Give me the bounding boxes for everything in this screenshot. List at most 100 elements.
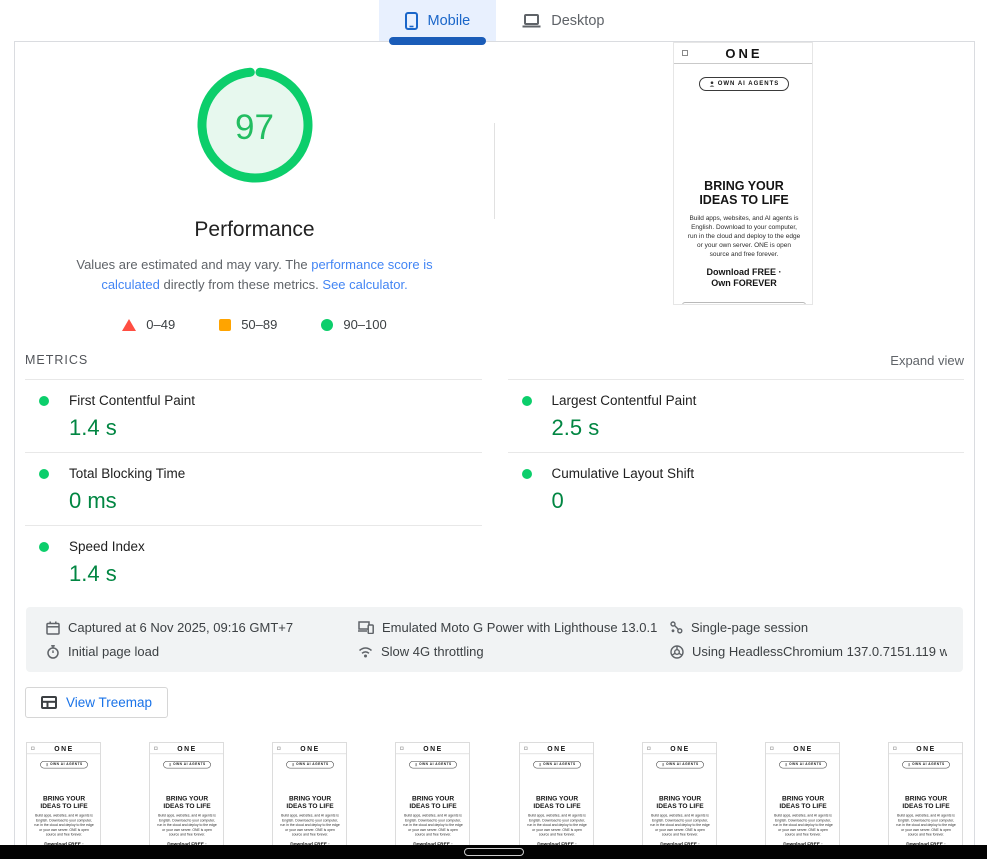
site-logo: ONE <box>793 744 813 752</box>
see-calculator-link[interactable]: See calculator. <box>322 277 407 292</box>
view-treemap-button[interactable]: View Treemap <box>25 687 168 718</box>
metric-empty-cell <box>508 525 965 598</box>
hero-body: Build apps, websites, and AI agents is E… <box>889 810 963 838</box>
site-logo: ONE <box>725 46 762 61</box>
hero-body: Build apps, websites, and AI agents is E… <box>27 810 101 838</box>
tab-mobile[interactable]: Mobile <box>379 0 497 41</box>
performance-score: 97 <box>197 67 313 188</box>
menu-icon <box>278 747 281 750</box>
devices-icon <box>358 621 374 634</box>
agent-icon <box>907 763 910 766</box>
hero-heading: BRING YOUR IDEAS TO LIFE <box>674 179 813 207</box>
agent-icon <box>709 81 715 87</box>
screenshot-header: ONE <box>643 743 717 754</box>
agents-pill-label: OWN AI AGENTS <box>718 81 780 87</box>
agent-icon <box>661 763 664 766</box>
site-logo: ONE <box>670 744 690 752</box>
expand-view-toggle[interactable]: Expand view <box>890 353 964 368</box>
session-type[interactable]: Single-page session <box>670 620 947 635</box>
agents-pill-label: OWN AI AGENTS <box>173 763 206 766</box>
hero-body: Build apps, websites, and AI agents is E… <box>273 810 347 838</box>
filmstrip-page: ONE OWN AI AGENTS BRING YOUR IDEAS TO LI… <box>273 743 347 859</box>
pass-dot-icon <box>522 469 532 479</box>
final-screenshot-preview: ONE OWN AI AGENTS BRING YOUR IDEAS TO LI… <box>673 42 813 305</box>
filmstrip-page: ONE OWN AI AGENTS BRING YOUR IDEAS TO LI… <box>396 743 470 859</box>
agents-pill: OWN AI AGENTS <box>656 761 704 768</box>
screenshot-header: ONE <box>520 743 594 754</box>
screenshot-page: ONE OWN AI AGENTS BRING YOUR IDEAS TO LI… <box>674 43 813 305</box>
site-logo: ONE <box>424 744 444 752</box>
agents-pill: OWN AI AGENTS <box>286 761 334 768</box>
metrics-heading: METRICS <box>25 353 88 367</box>
pass-dot-icon <box>522 396 532 406</box>
menu-icon <box>31 747 34 750</box>
agents-pill: OWN AI AGENTS <box>409 761 457 768</box>
throttling-mode[interactable]: Slow 4G throttling <box>358 644 670 659</box>
hero-body: Build apps, websites, and AI agents is E… <box>643 810 717 838</box>
network-icon <box>358 645 373 658</box>
hero-body: Build apps, websites, and AI agents is E… <box>520 810 594 838</box>
screenshot-header: ONE <box>674 43 813 64</box>
legend-fail-range: 0–49 <box>146 317 175 332</box>
hero-heading: BRING YOUR IDEAS TO LIFE <box>520 795 594 810</box>
screenshot-header: ONE <box>27 743 101 754</box>
hero-heading: BRING YOUR IDEAS TO LIFE <box>396 795 470 810</box>
metric-total-blocking-time: Total Blocking Time 0 ms <box>25 452 482 525</box>
site-logo: ONE <box>547 744 567 752</box>
legend-pass-range: 90–100 <box>343 317 386 332</box>
screenshot-header: ONE <box>889 743 963 754</box>
menu-icon <box>770 747 773 750</box>
agents-pill-label: OWN AI AGENTS <box>543 763 576 766</box>
filmstrip-page: ONE OWN AI AGENTS BRING YOUR IDEAS TO LI… <box>643 743 717 859</box>
hero-heading: BRING YOUR IDEAS TO LIFE <box>766 795 840 810</box>
menu-icon <box>647 747 650 750</box>
captured-at: Captured at 6 Nov 2025, 09:16 GMT+7 <box>46 620 358 635</box>
description-text-2: directly from these metrics. <box>160 277 323 292</box>
filmstrip-page: ONE OWN AI AGENTS BRING YOUR IDEAS TO LI… <box>27 743 101 859</box>
filmstrip-frame: ONE OWN AI AGENTS BRING YOUR IDEAS TO LI… <box>519 742 594 859</box>
agents-pill-label: OWN AI AGENTS <box>666 763 699 766</box>
agents-pill: OWN AI AGENTS <box>902 761 950 768</box>
agents-pill: OWN AI AGENTS <box>699 77 790 91</box>
emulated-device[interactable]: Emulated Moto G Power with Lighthouse 13… <box>358 620 670 635</box>
performance-gauge[interactable]: 97 <box>197 67 313 188</box>
filmstrip-frame: ONE OWN AI AGENTS BRING YOUR IDEAS TO LI… <box>642 742 717 859</box>
filmstrip-page: ONE OWN AI AGENTS BRING YOUR IDEAS TO LI… <box>766 743 840 859</box>
treemap-icon <box>41 696 57 709</box>
pass-circle-icon <box>321 319 333 331</box>
score-legend: 0–49 50–89 90–100 <box>15 317 494 332</box>
hero-heading: BRING YOUR IDEAS TO LIFE <box>273 795 347 810</box>
metrics-grid: First Contentful Paint 1.4 s Largest Con… <box>15 379 974 598</box>
hero-heading: BRING YOUR IDEAS TO LIFE <box>150 795 224 810</box>
site-logo: ONE <box>177 744 197 752</box>
session-icon <box>670 621 683 634</box>
legend-fail: 0–49 <box>122 317 175 332</box>
stopwatch-icon <box>46 645 60 659</box>
filmstrip-page: ONE OWN AI AGENTS BRING YOUR IDEAS TO LI… <box>889 743 963 859</box>
hero-body: Build apps, websites, and AI agents is E… <box>396 810 470 838</box>
hero-body: Build apps, websites, and AI agents is E… <box>150 810 224 838</box>
browser-version[interactable]: Using HeadlessChromium 137.0.7151.119 wi… <box>670 644 947 659</box>
metric-speed-index: Speed Index 1.4 s <box>25 525 482 598</box>
download-box <box>682 302 806 305</box>
tab-desktop[interactable]: Desktop <box>496 0 630 41</box>
screenshot-header: ONE <box>273 743 347 754</box>
lighthouse-report-card: 97 Performance Values are estimated and … <box>14 41 975 859</box>
site-logo: ONE <box>54 744 74 752</box>
agents-pill: OWN AI AGENTS <box>779 761 827 768</box>
screenshot-header: ONE <box>396 743 470 754</box>
description-text: Values are estimated and may vary. The <box>76 257 311 272</box>
scrubber-handle[interactable] <box>464 848 524 856</box>
filmstrip-frame: ONE OWN AI AGENTS BRING YOUR IDEAS TO LI… <box>765 742 840 859</box>
page-load-type: Initial page load <box>46 644 358 659</box>
menu-icon <box>524 747 527 750</box>
calendar-icon <box>46 621 60 635</box>
tab-mobile-label: Mobile <box>428 13 471 29</box>
agents-pill-label: OWN AI AGENTS <box>789 763 822 766</box>
filmstrip-page: ONE OWN AI AGENTS BRING YOUR IDEAS TO LI… <box>150 743 224 859</box>
legend-average-range: 50–89 <box>241 317 277 332</box>
pass-dot-icon <box>39 469 49 479</box>
run-environment-box: Captured at 6 Nov 2025, 09:16 GMT+7 Emul… <box>26 607 963 672</box>
phone-icon <box>405 12 418 30</box>
tab-indicator <box>389 37 487 45</box>
